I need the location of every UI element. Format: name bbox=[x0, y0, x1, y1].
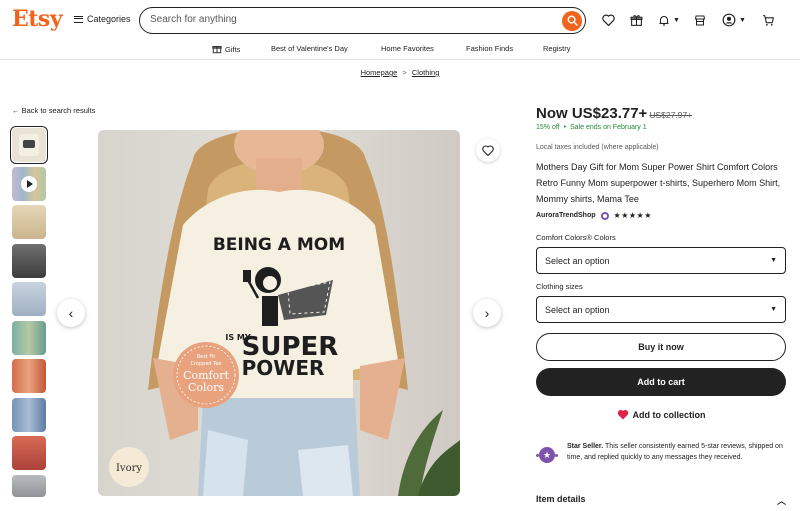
star-seller-title: Star Seller. bbox=[567, 443, 604, 450]
avatar-icon bbox=[722, 13, 736, 27]
favorite-button[interactable] bbox=[476, 138, 500, 162]
color-select[interactable]: Select an option ▼ bbox=[536, 247, 786, 274]
heart-icon bbox=[482, 144, 494, 156]
thumbnail[interactable] bbox=[12, 205, 46, 239]
nav-item-home-favorites[interactable]: Home Favorites bbox=[381, 44, 434, 53]
product-photo: BEING A MOM IS MY SUPER POWER Best Fit C… bbox=[98, 130, 460, 496]
original-price: US$27.97+ bbox=[649, 110, 693, 120]
thumbnail[interactable] bbox=[12, 243, 46, 278]
nav-item-registry[interactable]: Registry bbox=[543, 44, 571, 53]
thumbnail[interactable] bbox=[12, 359, 46, 393]
search-icon bbox=[567, 15, 578, 26]
discount: 15% off bbox=[536, 124, 560, 131]
categories-label: Categories bbox=[87, 14, 131, 24]
heart-icon bbox=[602, 14, 615, 26]
shirt-print-big2: POWER bbox=[242, 356, 325, 380]
badge-line-2: Cropped Tee bbox=[190, 361, 221, 367]
heart-filled-icon bbox=[617, 409, 628, 420]
account-button[interactable]: ▼ bbox=[722, 12, 746, 28]
caret-down-icon: ▼ bbox=[770, 306, 777, 313]
back-to-results-link[interactable]: ← Back to search results bbox=[12, 106, 95, 115]
price: Now US$23.77+ US$27.97+ bbox=[536, 105, 786, 122]
nav-item-gifts[interactable]: Gifts bbox=[212, 44, 240, 54]
product-title: Mothers Day Gift for Mom Super Power Shi… bbox=[536, 162, 781, 204]
bell-icon bbox=[659, 15, 669, 26]
thumbnail[interactable] bbox=[12, 282, 46, 316]
breadcrumb: Homepage > Clothing bbox=[0, 68, 800, 77]
gift-icon bbox=[630, 14, 643, 26]
breadcrumb-separator: > bbox=[402, 68, 407, 77]
cart-button[interactable] bbox=[762, 12, 775, 28]
shop-info: AuroraTrendShop ★★★★★ bbox=[536, 211, 786, 220]
caret-down-icon: ▼ bbox=[770, 257, 777, 264]
category-nav: Gifts Best of Valentine's Day Home Favor… bbox=[0, 40, 800, 60]
thumbnail[interactable] bbox=[12, 436, 46, 470]
search-bar bbox=[139, 7, 586, 34]
badge-main-2: Colors bbox=[188, 381, 224, 394]
product-image: BEING A MOM IS MY SUPER POWER Best Fit C… bbox=[98, 130, 460, 496]
star-seller-icon: ★ bbox=[536, 444, 558, 466]
current-price: Now US$23.77+ bbox=[536, 105, 648, 122]
shirt-print-top: BEING A MOM bbox=[213, 235, 345, 255]
star-seller-badge-icon bbox=[600, 211, 609, 220]
color-option-label: Comfort Colors® Colors bbox=[536, 233, 616, 242]
thumbnail[interactable] bbox=[12, 320, 46, 355]
badge-line-1: Best Fit bbox=[197, 354, 216, 360]
shop-icon bbox=[694, 15, 706, 25]
bullet: • bbox=[563, 124, 567, 131]
breadcrumb-clothing[interactable]: Clothing bbox=[412, 68, 440, 77]
thumbnail-video[interactable] bbox=[12, 166, 46, 201]
notifications-button[interactable]: ▼ bbox=[658, 12, 680, 28]
header-divider bbox=[0, 59, 800, 60]
gift-button[interactable] bbox=[630, 12, 643, 28]
previous-image-button[interactable]: ‹ bbox=[57, 299, 85, 327]
search-input[interactable] bbox=[150, 14, 550, 25]
menu-icon bbox=[74, 15, 83, 23]
add-to-cart-button[interactable]: Add to cart bbox=[536, 368, 786, 396]
etsy-logo[interactable]: Etsy bbox=[12, 6, 63, 32]
sale-info: 15% off • Sale ends on February 1 bbox=[536, 124, 786, 131]
cart-icon bbox=[763, 14, 774, 26]
caret-down-icon: ▼ bbox=[739, 16, 746, 24]
nav-item-valentines[interactable]: Best of Valentine's Day bbox=[271, 44, 348, 53]
shop-manager-button[interactable] bbox=[694, 12, 706, 28]
search-button[interactable] bbox=[562, 10, 582, 31]
nav-item-fashion-finds[interactable]: Fashion Finds bbox=[466, 44, 513, 53]
chevron-up-icon: ︿ bbox=[776, 496, 786, 506]
thumbnail[interactable] bbox=[10, 126, 48, 164]
size-select[interactable]: Select an option ▼ bbox=[536, 296, 786, 323]
categories-button[interactable]: Categories bbox=[74, 14, 131, 24]
next-image-button[interactable]: › bbox=[473, 299, 501, 327]
chevron-right-icon: › bbox=[484, 305, 490, 321]
star-seller-note: ★ Star Seller. This seller consistently … bbox=[536, 441, 786, 466]
chevron-left-icon: ‹ bbox=[68, 305, 74, 321]
play-icon bbox=[21, 175, 37, 192]
caret-down-icon: ▼ bbox=[673, 16, 680, 24]
color-tag-label: Ivory bbox=[116, 463, 142, 474]
arrow-left-icon: ← bbox=[12, 106, 20, 115]
item-details-toggle[interactable]: Item details ︿ bbox=[536, 494, 786, 507]
add-to-collection-button[interactable]: Add to collection bbox=[536, 409, 786, 420]
rating-stars: ★★★★★ bbox=[613, 211, 652, 220]
tax-note: Local taxes included (where applicable) bbox=[536, 144, 659, 151]
shop-name[interactable]: AuroraTrendShop bbox=[536, 212, 596, 219]
thumbnail-strip bbox=[10, 126, 48, 501]
favorites-button[interactable] bbox=[602, 12, 615, 28]
breadcrumb-home[interactable]: Homepage bbox=[361, 68, 398, 77]
sale-ends: Sale ends on February 1 bbox=[569, 124, 647, 131]
buy-now-button[interactable]: Buy it now bbox=[536, 333, 786, 361]
thumbnail[interactable] bbox=[12, 397, 46, 432]
gift-icon bbox=[212, 46, 222, 54]
thumbnail[interactable] bbox=[12, 474, 46, 497]
site-header: Etsy Categories ▼ ▼ bbox=[0, 0, 800, 40]
size-option-label: Clothing sizes bbox=[536, 282, 583, 291]
